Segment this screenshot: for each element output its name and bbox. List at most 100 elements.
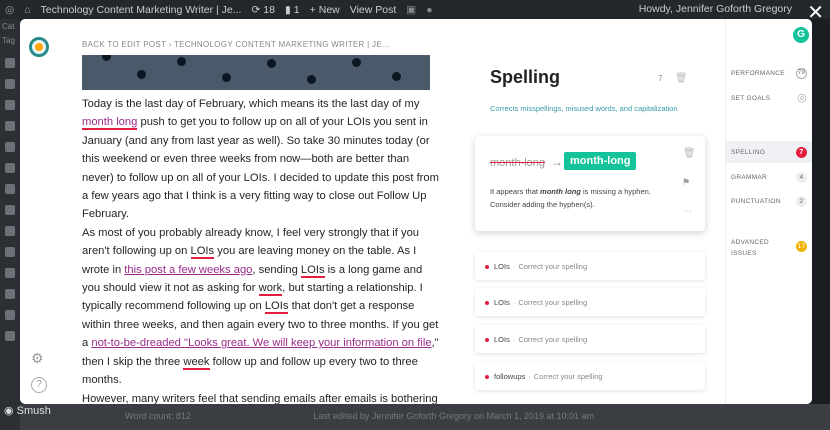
wp-side-menu: Cat Tag [0, 19, 20, 430]
suggestion-item[interactable]: followups · Correct your spelling [475, 362, 705, 390]
image-dot [307, 75, 316, 84]
menu-icon[interactable] [5, 79, 15, 89]
wp-admin-bar: ◎ ⌂ Technology Content Marketing Writer … [0, 0, 830, 19]
plus-icon[interactable]: + [310, 4, 316, 16]
flag-icon[interactable]: ⚑ [682, 177, 690, 188]
updates-count[interactable]: 18 [263, 4, 275, 16]
set-goals-label: SET GOALS [731, 95, 771, 102]
category-advanced-issues[interactable]: ADVANCED ISSUES 17 [731, 237, 809, 259]
image-dot [352, 58, 361, 67]
category-sidebar: PERFORMANCE 79 SET GOALS ◎ SPELLING 7 GRAMM… [725, 19, 812, 404]
error-dot-icon [485, 301, 489, 306]
yoast-icon[interactable]: ▣ [406, 4, 416, 16]
home-icon[interactable]: ⌂ [24, 4, 30, 16]
menu-icon[interactable] [5, 247, 15, 257]
site-logo-icon[interactable] [29, 37, 49, 57]
spelling-label: SPELLING [731, 149, 766, 156]
accept-suggestion-button[interactable]: month-long [564, 152, 637, 170]
smush-menu-item[interactable]: ◉ Smush [4, 404, 51, 417]
more-options-icon[interactable]: ⋯ [682, 206, 692, 217]
suggestion-word: followups [494, 372, 526, 381]
error-month-long[interactable]: month long [82, 116, 138, 131]
arrow-right-icon: → [551, 155, 563, 169]
menu-icon[interactable] [5, 205, 15, 215]
menu-icon[interactable] [5, 142, 15, 152]
menu-icon[interactable] [5, 163, 15, 173]
active-suggestion-card[interactable]: month-long → month-long 🗑 It appears tha… [475, 136, 705, 231]
menu-icon[interactable] [5, 184, 15, 194]
post-link[interactable]: this post a few weeks ago [124, 264, 252, 276]
suggestion-word: LOIs [494, 298, 510, 307]
menu-icon[interactable] [5, 121, 15, 131]
category-punctuation[interactable]: PUNCTUATION 2 [731, 196, 809, 207]
category-grammar[interactable]: GRAMMAR 4 [731, 172, 809, 183]
suggestion-item[interactable]: LOIs · Correct your spelling [475, 252, 705, 280]
menu-icon[interactable] [5, 310, 15, 320]
menu-icon[interactable] [5, 58, 15, 68]
punctuation-badge: 2 [796, 196, 807, 207]
suggestion-item[interactable]: LOIs · Correct your spelling [475, 325, 705, 353]
performance-label: PERFORMANCE [731, 70, 785, 77]
original-word: month-long [490, 157, 546, 169]
smush-icon: ◉ [4, 405, 17, 417]
help-icon[interactable]: ? [31, 377, 47, 393]
dismiss-trash-icon[interactable]: 🗑 [683, 148, 696, 159]
panel-title: Spelling [490, 67, 561, 87]
grammarly-logo-icon[interactable]: G [793, 27, 809, 43]
howdy-user[interactable]: Howdy, Jennifer Goforth Gregory [639, 3, 792, 15]
left-rail: ⚙ ? [20, 19, 65, 404]
image-dot [392, 72, 401, 81]
target-icon: ◎ [797, 92, 807, 104]
error-dot-icon [485, 265, 489, 270]
advanced-badge: 17 [796, 241, 807, 252]
side-label-cat[interactable]: Cat [0, 19, 20, 34]
image-dot [222, 73, 231, 82]
settings-gear-icon[interactable]: ⚙ [31, 350, 44, 367]
suggestion-word: LOIs [494, 335, 510, 344]
issues-label: ISSUES [731, 250, 757, 257]
error-dot-icon [485, 375, 489, 380]
dreaded-link[interactable]: not-to-be-dreaded "Looks great. We will … [91, 337, 431, 349]
trash-icon[interactable]: 🗑 [675, 73, 688, 84]
spelling-badge: 7 [796, 147, 807, 158]
post-header-image [82, 55, 430, 90]
status-dot-icon: ● [426, 3, 433, 16]
site-title-link[interactable]: Technology Content Marketing Writer | Je… [41, 4, 242, 16]
text-run: push to get you to follow up on all of y… [82, 116, 439, 221]
menu-icon[interactable] [5, 100, 15, 110]
performance-item[interactable]: PERFORMANCE 79 [731, 68, 809, 79]
updates-icon[interactable]: ⟳ [251, 4, 260, 16]
wp-status-bar: Word count: 812 Last edited by Jennifer … [20, 404, 830, 430]
error-dot-icon [485, 338, 489, 343]
menu-icon[interactable] [5, 226, 15, 236]
text-run: Today is the last day of February, which… [82, 98, 420, 110]
new-link[interactable]: New [319, 4, 340, 16]
suggestion-action: Correct your spelling [518, 262, 588, 271]
image-dot [267, 59, 276, 68]
wordpress-icon[interactable]: ◎ [5, 4, 14, 16]
side-label-tag[interactable]: Tag [0, 34, 20, 47]
document-text[interactable]: Today is the last day of February, which… [82, 95, 440, 404]
menu-icon[interactable] [5, 268, 15, 278]
set-goals-item[interactable]: SET GOALS ◎ [731, 92, 809, 104]
category-spelling[interactable]: SPELLING 7 [731, 147, 809, 158]
error-week[interactable]: week [183, 355, 210, 370]
menu-icon[interactable] [5, 289, 15, 299]
suggestion-explanation: It appears that month long is missing a … [490, 186, 680, 211]
performance-score: 79 [796, 68, 807, 79]
error-lois[interactable]: LOIs [190, 245, 215, 260]
suggestion-action: Correct your spelling [533, 372, 603, 381]
error-work[interactable]: work [258, 282, 283, 297]
suggestion-item[interactable]: LOIs · Correct your spelling [475, 288, 705, 316]
back-to-edit-post-link[interactable]: BACK TO EDIT POST › TECHNOLOGY CONTENT M… [82, 40, 390, 49]
image-dot [102, 55, 111, 61]
view-post-link[interactable]: View Post [350, 4, 397, 16]
suggestion-word: LOIs [494, 262, 510, 271]
error-lois[interactable]: LOIs [264, 300, 289, 315]
comments-count[interactable]: 1 [294, 4, 300, 16]
comments-icon[interactable]: ▮ [285, 4, 291, 16]
error-lois[interactable]: LOIs [300, 263, 325, 278]
suggestion-action: Correct your spelling [518, 335, 588, 344]
last-edited: Last edited by Jennifer Goforth Gregory … [313, 411, 595, 421]
menu-icon[interactable] [5, 331, 15, 341]
